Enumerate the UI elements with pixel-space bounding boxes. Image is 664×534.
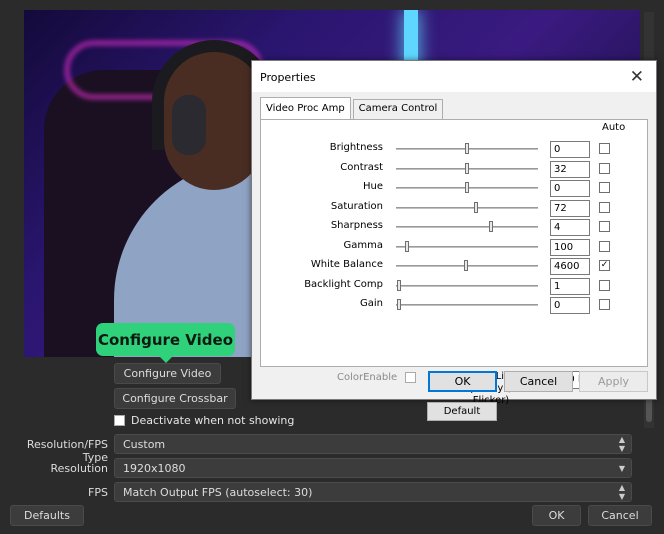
deactivate-checkbox[interactable] — [114, 415, 125, 426]
resolution-value: 1920x1080 — [123, 461, 186, 475]
property-label: White Balance — [310, 259, 383, 270]
tab-video-proc-amp[interactable]: Video Proc Amp — [260, 97, 351, 119]
resolution-fps-type-value: Custom — [123, 437, 166, 451]
close-icon[interactable]: ✕ — [630, 67, 644, 87]
property-row: Saturation 72 — [261, 198, 647, 218]
slider-thumb[interactable] — [405, 240, 410, 252]
property-row: Gamma 100 — [261, 237, 647, 257]
property-value-input[interactable]: 0 — [550, 141, 590, 158]
resolution-fps-type-label: Resolution/FPS Type — [26, 438, 108, 464]
property-label: Hue — [362, 181, 383, 192]
property-value-input[interactable]: 0 — [550, 297, 590, 314]
property-label: Sharpness — [330, 220, 383, 231]
defaults-button[interactable]: Defaults — [10, 505, 84, 526]
property-row: White Balance 4600 ✓ — [261, 256, 647, 276]
property-label: Contrast — [340, 161, 383, 173]
default-button[interactable]: Default — [427, 402, 497, 421]
slider-thumb[interactable] — [489, 221, 494, 232]
cancel-button[interactable]: Cancel — [588, 505, 652, 526]
property-label: Saturation — [330, 200, 383, 212]
property-row: Backlight Comp 1 — [261, 276, 647, 296]
auto-checkbox[interactable] — [599, 143, 610, 154]
slider-track[interactable] — [396, 245, 538, 248]
deactivate-label: Deactivate when not showing — [131, 414, 295, 427]
auto-checkbox[interactable]: ✓ — [599, 260, 610, 271]
slider-thumb[interactable] — [463, 260, 468, 271]
fps-select[interactable]: Match Output FPS (autoselect: 30) ▲ ▼ — [114, 482, 632, 502]
color-enable-label: ColorEnable — [337, 372, 398, 383]
auto-column-header: Auto — [602, 122, 626, 133]
auto-checkbox[interactable] — [599, 221, 610, 232]
auto-checkbox[interactable] — [599, 182, 610, 193]
slider-track[interactable] — [396, 304, 538, 306]
dialog-ok-button[interactable]: OK — [428, 371, 497, 392]
dialog-cancel-button[interactable]: Cancel — [504, 371, 573, 392]
spinner-icon[interactable]: ▲ ▼ — [613, 483, 631, 501]
property-value-input[interactable]: 1 — [550, 277, 590, 295]
property-row: Brightness 0 — [261, 139, 647, 159]
dialog-apply-button[interactable]: Apply — [579, 371, 648, 392]
slider-track[interactable] — [396, 226, 538, 228]
property-row: Contrast 32 — [261, 159, 647, 179]
configure-crossbar-button[interactable]: Configure Crossbar — [114, 388, 236, 409]
slider-thumb[interactable] — [396, 299, 401, 310]
configure-video-tooltip: Configure Video — [96, 323, 235, 363]
auto-checkbox[interactable] — [599, 201, 610, 213]
property-label: Gamma — [343, 239, 384, 251]
property-row: Gain 0 — [261, 295, 647, 315]
property-value-input[interactable]: 100 — [550, 238, 590, 256]
configure-video-button[interactable]: Configure Video — [114, 363, 221, 384]
property-value-input[interactable]: 4600 — [550, 258, 590, 275]
property-value-input[interactable]: 32 — [550, 160, 590, 178]
slider-thumb[interactable] — [473, 201, 478, 213]
property-value-input[interactable]: 72 — [550, 199, 590, 217]
video-proc-amp-panel: Auto Brightness 0 Contrast 32 Hue 0 Saturation… — [260, 119, 648, 421]
dialog-tabs: Video Proc Amp Camera Control — [260, 97, 445, 119]
properties-dialog: Properties ✕ Video Proc Amp Camera Contr… — [251, 60, 657, 421]
resolution-fps-type-select[interactable]: Custom ▲ ▼ — [114, 434, 632, 454]
slider-track[interactable] — [396, 206, 538, 209]
slider-track[interactable] — [396, 284, 538, 287]
slider-thumb[interactable] — [465, 143, 469, 154]
resolution-select[interactable]: 1920x1080 ▼ — [114, 458, 632, 478]
fps-value: Match Output FPS (autoselect: 30) — [123, 485, 313, 499]
slider-thumb[interactable] — [465, 162, 469, 174]
slider-thumb[interactable] — [396, 279, 401, 291]
spinner-icon[interactable]: ▲ ▼ — [613, 435, 631, 453]
property-label: Brightness — [329, 142, 383, 153]
slider-thumb[interactable] — [465, 182, 469, 193]
tab-camera-control[interactable]: Camera Control — [352, 99, 444, 119]
property-label: Gain — [360, 298, 383, 309]
property-label: Backlight Comp — [304, 278, 383, 290]
chevron-down-icon[interactable]: ▼ — [613, 459, 631, 477]
property-value-input[interactable]: 4 — [550, 219, 590, 236]
fps-label: FPS — [88, 486, 108, 499]
color-enable-checkbox — [405, 372, 416, 383]
auto-checkbox[interactable] — [599, 279, 610, 291]
auto-checkbox[interactable] — [599, 240, 610, 252]
property-row: Hue 0 — [261, 178, 647, 198]
auto-checkbox[interactable] — [599, 299, 610, 310]
auto-checkbox[interactable] — [599, 162, 610, 174]
dialog-titlebar[interactable]: Properties — [252, 61, 656, 92]
dialog-title: Properties — [260, 71, 316, 84]
property-value-input[interactable]: 0 — [550, 180, 590, 197]
preview-headset-earcup — [172, 95, 206, 155]
deactivate-checkbox-row[interactable]: Deactivate when not showing — [114, 414, 294, 427]
ok-button[interactable]: OK — [532, 505, 581, 526]
resolution-label: Resolution — [50, 462, 108, 475]
property-row: Sharpness 4 — [261, 217, 647, 237]
